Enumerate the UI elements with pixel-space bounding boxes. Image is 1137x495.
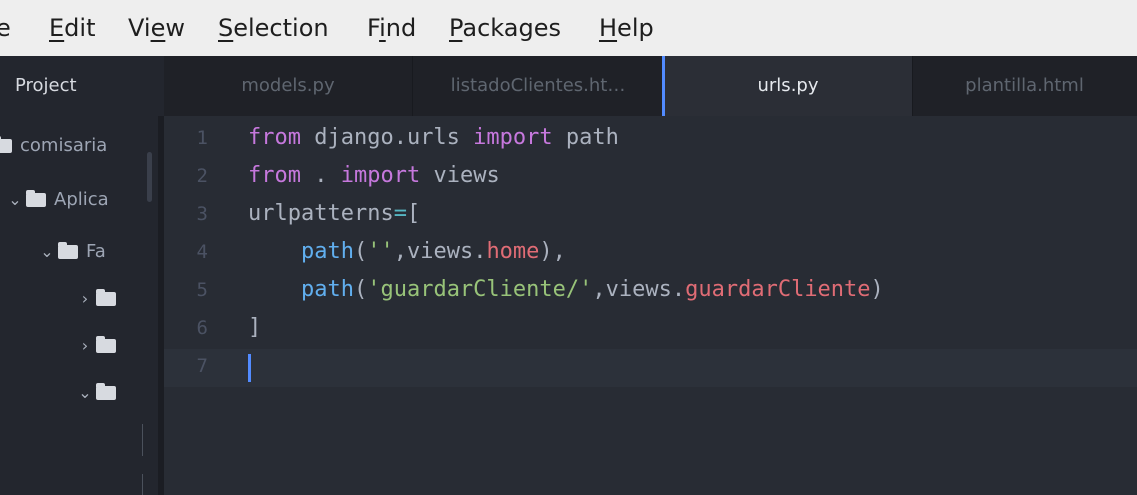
tree-item-root[interactable]: comisaria <box>0 131 107 161</box>
code-token: from <box>248 125 301 150</box>
tab-bar: Project models.py listadoClientes.ht… ur… <box>0 56 1137 116</box>
tab-plantilla-html[interactable]: plantilla.html <box>912 56 1137 116</box>
tab-urls-py[interactable]: urls.py <box>664 56 912 116</box>
code-token: path <box>300 277 354 302</box>
menu-view[interactable]: View <box>128 13 185 43</box>
code-token: from <box>248 163 301 188</box>
code-token: views <box>420 163 500 188</box>
menu-packages[interactable]: Packages <box>449 13 561 43</box>
indent-guide <box>142 424 143 456</box>
menu-find[interactable]: Find <box>367 13 416 43</box>
tree-item-folder[interactable]: ⌄ <box>76 378 124 408</box>
chevron-down-icon: ⌄ <box>40 242 54 261</box>
folder-icon <box>58 242 78 259</box>
code-token: urlpatterns <box>248 201 394 226</box>
menu-file[interactable]: e <box>0 13 11 43</box>
code-token: . <box>300 163 341 188</box>
code-token: [ <box>406 201 421 226</box>
tree-item-folder[interactable]: › <box>76 284 124 314</box>
folder-icon <box>26 190 46 207</box>
code-line[interactable]: from . import views <box>248 157 500 195</box>
code-token: ), <box>539 239 566 264</box>
code-token: django.urls <box>300 125 474 150</box>
line-number: 5 <box>196 279 208 301</box>
code-token: ,views. <box>393 239 487 264</box>
line-number: 7 <box>196 355 208 377</box>
line-number: 6 <box>196 317 208 339</box>
tab-separator <box>912 56 913 116</box>
code-token: ( <box>353 277 368 302</box>
chevron-down-icon: ⌄ <box>8 190 22 209</box>
tree-item-aplica[interactable]: ⌄ Aplica <box>6 185 108 215</box>
tree-item-fa[interactable]: ⌄ Fa <box>38 237 105 267</box>
code-token: ) <box>870 277 884 302</box>
menu-help[interactable]: Help <box>599 13 654 43</box>
code-token: ] <box>248 315 262 340</box>
code-token: = <box>393 201 407 226</box>
code-line[interactable]: urlpatterns=[ <box>248 195 420 233</box>
tree-item-folder[interactable]: › <box>76 331 124 361</box>
code-token: import <box>340 163 421 188</box>
menu-bar: e Edit View Selection Find Packages Help <box>0 0 1137 56</box>
folder-icon <box>96 383 116 400</box>
code-token: home <box>486 239 540 264</box>
chevron-right-icon: › <box>81 336 89 355</box>
project-tree[interactable]: comisaria ⌄ Aplica ⌄ Fa › › ⌄ <box>0 116 150 495</box>
line-number: 1 <box>196 127 208 149</box>
tab-separator <box>412 56 413 116</box>
code-editor[interactable]: 1234567 from django.urls import path from… <box>164 116 1137 495</box>
code-line[interactable]: path('guardarCliente/',views.guardarClie… <box>248 271 884 309</box>
tab-listado-clientes[interactable]: listadoClientes.ht… <box>412 56 664 116</box>
code-token: path <box>552 125 619 150</box>
menu-selection[interactable]: Selection <box>218 13 329 43</box>
code-line[interactable]: ] <box>248 309 261 347</box>
chevron-down-icon: ⌄ <box>78 383 92 402</box>
active-tab-indicator <box>662 56 665 116</box>
line-number: 2 <box>196 165 208 187</box>
code-token: path <box>300 239 354 264</box>
code-token: '' <box>367 239 394 264</box>
code-line[interactable]: path('',views.home), <box>248 233 566 271</box>
folder-icon <box>96 336 116 353</box>
folder-icon <box>0 136 12 153</box>
menu-edit[interactable]: Edit <box>49 13 95 43</box>
line-number: 3 <box>196 203 208 225</box>
code-token: import <box>473 125 553 150</box>
code-token: guardarCliente <box>685 277 871 302</box>
folder-icon <box>96 289 116 306</box>
indent-guide <box>142 474 143 495</box>
code-token: 'guardarCliente/' <box>367 277 593 302</box>
tab-project-panel[interactable]: Project <box>0 56 164 116</box>
text-cursor <box>248 354 251 382</box>
tab-models-py[interactable]: models.py <box>164 56 412 116</box>
chevron-right-icon: › <box>81 289 89 308</box>
line-number: 4 <box>196 241 208 263</box>
line-number-gutter: 1 2 3 4 5 6 7 <box>164 116 234 495</box>
code-token: ( <box>353 239 368 264</box>
code-line[interactable]: from django.urls import path <box>248 119 619 157</box>
active-line-highlight <box>164 349 1137 387</box>
code-token: ,views. <box>592 277 686 302</box>
tree-scrollbar[interactable] <box>147 152 152 202</box>
